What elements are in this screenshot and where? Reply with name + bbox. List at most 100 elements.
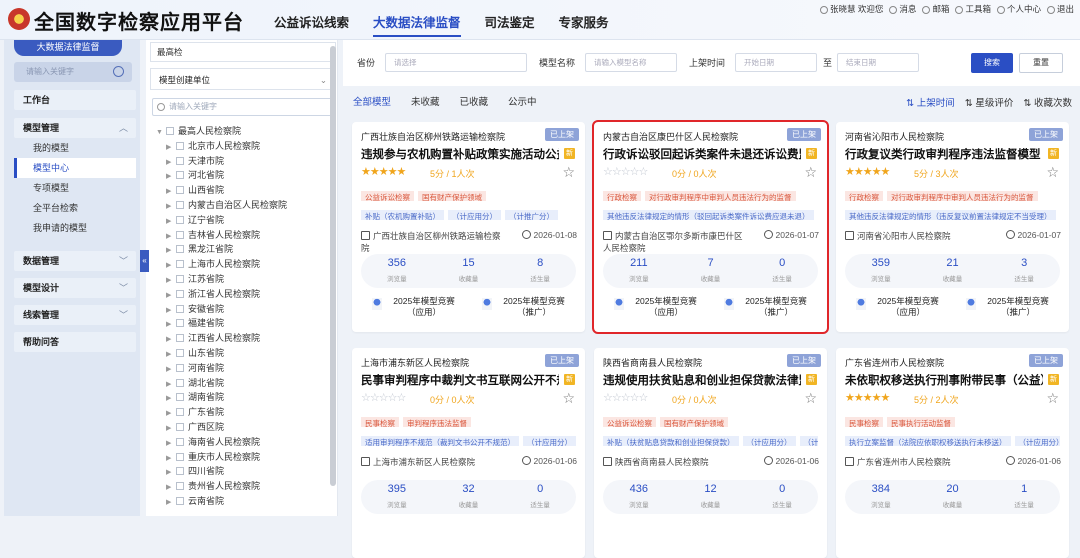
tree-node[interactable]: ▶ 黑龙江省院	[156, 242, 326, 257]
sidebar-item-my-applications[interactable]: 我申请的模型	[14, 218, 136, 238]
tree-checkbox[interactable]	[176, 289, 184, 298]
tab-all[interactable]: 全部模型	[353, 94, 391, 108]
model-card[interactable]: 内蒙古自治区康巴什区人民检察院 已上架 行政诉讼驳回起诉类案件未退还诉讼费监... 新…	[592, 120, 829, 334]
search-icon[interactable]	[113, 66, 124, 77]
tree-checkbox[interactable]	[176, 171, 184, 180]
tree-checkbox[interactable]	[176, 437, 184, 446]
tree-header[interactable]: 模型创建单位 ⌄	[150, 68, 334, 90]
tree-node[interactable]: ▶ 山东省院	[156, 346, 326, 361]
card-title[interactable]: 行政诉讼驳回起诉类案件未退还诉讼费监...	[603, 146, 801, 162]
tree-node[interactable]: ▶ 广东省院	[156, 405, 326, 420]
tree-node[interactable]: ▶ 山西省院	[156, 183, 326, 198]
tree-checkbox[interactable]	[176, 200, 184, 209]
tree-checkbox[interactable]	[176, 467, 184, 476]
tree-node[interactable]: ▶ 内蒙古自治区人民检察院	[156, 198, 326, 213]
tree-checkbox[interactable]	[176, 319, 184, 328]
tree-node[interactable]: ▶ 河南省院	[156, 361, 326, 376]
tree-checkbox[interactable]	[176, 274, 184, 283]
tree-checkbox[interactable]	[176, 334, 184, 343]
tree-node[interactable]: ▶ 上海市人民检察院	[156, 257, 326, 272]
card-title[interactable]: 违规参与农机购置补贴政策实施活动公益...	[361, 146, 559, 162]
sort-shelf-time[interactable]: ⇅ 上架时间	[906, 95, 955, 109]
sort-rating[interactable]: ⇅ 星级评价	[965, 95, 1014, 109]
tree-node[interactable]: ▶ 云南省院	[156, 494, 326, 509]
tree-checkbox[interactable]	[166, 127, 174, 135]
tree-search-input[interactable]: 请输入关键字	[152, 98, 332, 116]
tree-checkbox[interactable]	[176, 378, 184, 387]
link-toolbox[interactable]: 工具箱	[955, 3, 991, 15]
tree-node[interactable]: ▶ 北京市人民检察院	[156, 139, 326, 154]
card-title[interactable]: 行政复议类行政审判程序违法监督模型	[845, 146, 1043, 162]
reset-button[interactable]: 重置	[1019, 53, 1063, 73]
card-title[interactable]: 未依职权移送执行刑事附带民事（公益）...	[845, 372, 1043, 388]
sidebar-model-design[interactable]: 模型设计 ﹀	[14, 278, 136, 298]
tree-node[interactable]: ▶ 辽宁省院	[156, 213, 326, 228]
tab-unfavorited[interactable]: 未收藏	[411, 94, 440, 108]
province-select[interactable]: 请选择	[385, 53, 527, 72]
tab-favorited[interactable]: 已收藏	[460, 94, 489, 108]
tree-checkbox[interactable]	[176, 215, 184, 224]
tree-checkbox[interactable]	[176, 452, 184, 461]
nav-expert[interactable]: 专家服务	[547, 0, 621, 40]
favorite-star-icon[interactable]: ☆	[562, 390, 575, 407]
tree-node[interactable]: ▶ 吉林省人民检察院	[156, 228, 326, 243]
tree-node[interactable]: ▶ 福建省院	[156, 316, 326, 331]
tree-node[interactable]: ▶ 海南省人民检察院	[156, 435, 326, 450]
tree-checkbox[interactable]	[176, 245, 184, 254]
link-logout[interactable]: 退出	[1046, 3, 1074, 15]
sidebar-item-global-search[interactable]: 全平台检索	[14, 198, 136, 218]
tree-node[interactable]: ▶ 广西区院	[156, 420, 326, 435]
tree-checkbox[interactable]	[176, 408, 184, 417]
tab-public[interactable]: 公示中	[508, 94, 537, 108]
nav-big-data[interactable]: 大数据法律监督	[361, 0, 473, 40]
end-date-input[interactable]: 结束日期	[837, 53, 919, 72]
sidebar-help[interactable]: 帮助问答	[14, 332, 136, 352]
tree-node[interactable]: ▶ 江西省人民检察院	[156, 331, 326, 346]
tree-node[interactable]: ▶ 河北省院	[156, 168, 326, 183]
sidebar-model-mgmt[interactable]: 模型管理 ︿	[14, 118, 136, 138]
link-message[interactable]: 消息	[889, 3, 916, 15]
tree-node[interactable]: ▶ 四川省院	[156, 464, 326, 479]
card-title[interactable]: 违规使用扶贫贴息和创业担保贷款法律监...	[603, 372, 801, 388]
link-mail[interactable]: 邮箱	[922, 3, 949, 15]
tree-node[interactable]: ▶ 重庆市人民检察院	[156, 450, 326, 465]
tree-checkbox[interactable]	[176, 304, 184, 313]
model-card[interactable]: 上海市浦东新区人民检察院 已上架 民事审判程序中裁判文书互联网公开不规... 新 ☆☆☆…	[352, 348, 585, 558]
tree-checkbox[interactable]	[176, 348, 184, 357]
start-date-input[interactable]: 开始日期	[735, 53, 817, 72]
favorite-star-icon[interactable]: ☆	[804, 164, 817, 181]
favorite-star-icon[interactable]: ☆	[1046, 164, 1059, 181]
model-card[interactable]: 广西壮族自治区柳州铁路运输检察院 已上架 违规参与农机购置补贴政策实施活动公益...…	[352, 122, 585, 332]
level-select[interactable]: 最高检	[150, 42, 336, 62]
tree-checkbox[interactable]	[176, 496, 184, 505]
caret-down-icon[interactable]: ▼	[156, 126, 166, 141]
tree-checkbox[interactable]	[176, 482, 184, 491]
sidebar-clue-mgmt[interactable]: 线索管理 ﹀	[14, 305, 136, 325]
tree-checkbox[interactable]	[176, 141, 184, 150]
card-title[interactable]: 民事审判程序中裁判文书互联网公开不规...	[361, 372, 559, 388]
tree-checkbox[interactable]	[176, 363, 184, 372]
model-name-input[interactable]: 请输入模型名称	[585, 53, 677, 72]
tree-checkbox[interactable]	[176, 186, 184, 195]
sidebar-item-my-models[interactable]: 我的模型	[14, 138, 136, 158]
caret-right-icon[interactable]: ▶	[166, 496, 176, 511]
favorite-star-icon[interactable]: ☆	[562, 164, 575, 181]
link-profile[interactable]: 个人中心	[996, 3, 1041, 15]
tree-checkbox[interactable]	[176, 260, 184, 269]
sidebar-data-mgmt[interactable]: 数据管理 ﹀	[14, 251, 136, 271]
model-card[interactable]: 陕西省商南县人民检察院 已上架 违规使用扶贫贴息和创业担保贷款法律监... 新 ☆☆☆☆…	[594, 348, 827, 558]
nav-judicial[interactable]: 司法鉴定	[473, 0, 547, 40]
sidebar-item-model-center[interactable]: 模型中心	[14, 158, 136, 178]
sort-favorites[interactable]: ⇅ 收藏次数	[1023, 95, 1072, 109]
sidebar-item-special-models[interactable]: 专项模型	[14, 178, 136, 198]
nav-public-interest[interactable]: 公益诉讼线索	[262, 0, 361, 40]
tree-node[interactable]: ▶ 湖北省院	[156, 376, 326, 391]
tree-node[interactable]: ▶ 浙江省人民检察院	[156, 287, 326, 302]
tree-checkbox[interactable]	[176, 230, 184, 239]
sidebar-search-input[interactable]: 请输入关键字	[14, 62, 132, 82]
tree-node[interactable]: ▶ 安徽省院	[156, 302, 326, 317]
tree-node[interactable]: ▶ 天津市院	[156, 154, 326, 169]
collapse-toggle[interactable]: «	[140, 250, 149, 272]
tree-scrollbar[interactable]	[330, 46, 336, 486]
tree-checkbox[interactable]	[176, 393, 184, 402]
